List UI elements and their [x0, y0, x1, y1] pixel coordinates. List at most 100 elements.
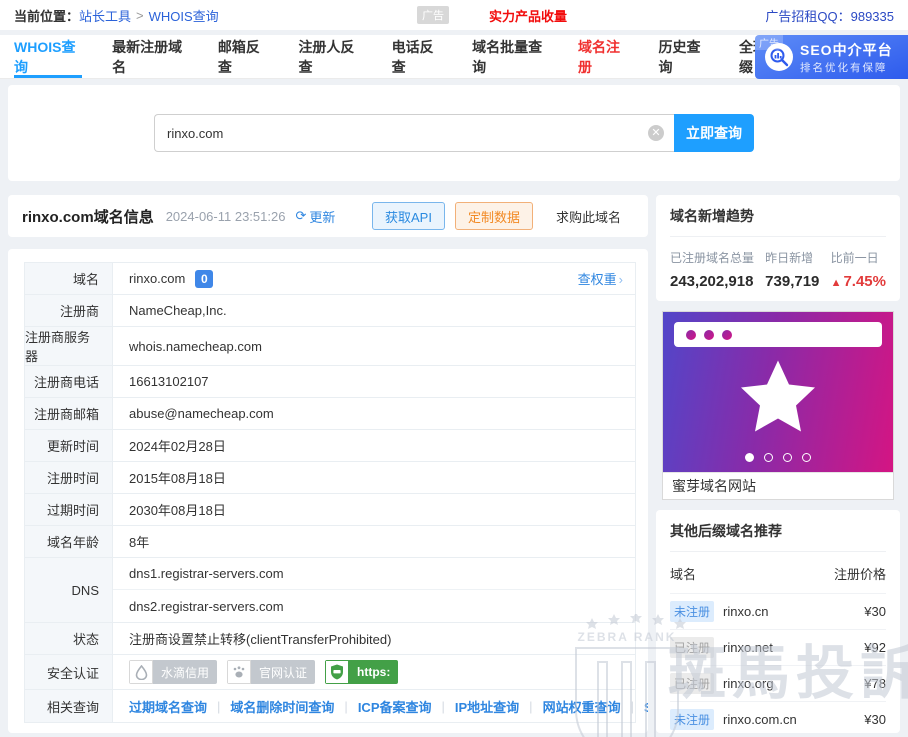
- row-label: 域名年龄: [25, 526, 113, 557]
- link-expired-domains[interactable]: 过期域名查询: [129, 697, 207, 716]
- link-site-weight[interactable]: 网站权重查询: [543, 697, 621, 716]
- row-value: whois.namecheap.com: [129, 338, 262, 354]
- domain-name-text: rinxo.com: [22, 208, 94, 226]
- row-value: 水滴信用 官网认证 https:: [113, 655, 635, 689]
- weight-badge[interactable]: 0: [195, 269, 214, 288]
- status-badge: 已注册: [670, 673, 715, 694]
- table-row-registrar-phone: 注册商电话 16613102107: [25, 366, 635, 398]
- carousel-dot[interactable]: [802, 453, 811, 462]
- search-box: ✕: [154, 114, 674, 152]
- carousel-dot-active[interactable]: [745, 453, 754, 462]
- clear-input-icon[interactable]: ✕: [648, 125, 664, 141]
- domain-search-input[interactable]: [154, 114, 674, 152]
- link-separator: |: [441, 698, 445, 714]
- tab-batch-query[interactable]: 域名批量查询: [472, 35, 548, 78]
- suffix-price: ¥78: [864, 676, 886, 691]
- row-value: 16613102107: [129, 374, 209, 389]
- query-now-button[interactable]: 立即查询: [674, 114, 754, 152]
- tab-whois-query[interactable]: WHOIS查询: [14, 35, 83, 78]
- header-buttons: 获取API 定制数据 求购此域名: [372, 202, 634, 230]
- row-label: 更新时间: [25, 430, 113, 461]
- banner-title: SEO中介平台: [800, 41, 893, 58]
- status-badge: 已注册: [670, 637, 715, 658]
- custom-data-button[interactable]: 定制数据: [454, 202, 533, 230]
- promo-image: [663, 312, 893, 472]
- ssl-shield-icon: [325, 660, 350, 684]
- check-weight-link[interactable]: 查权重 ›: [578, 269, 623, 288]
- tab-domain-register[interactable]: 域名注册: [578, 35, 629, 78]
- row-label: 注册商: [25, 295, 113, 326]
- promo-carousel[interactable]: 蜜芽域名网站: [662, 311, 894, 500]
- suffix-price: ¥30: [864, 712, 886, 727]
- stat-value: ▲ 7.45%: [831, 273, 886, 290]
- table-row-created-date: 注册时间 2015年08月18日: [25, 462, 635, 494]
- row-value: 2024年02月28日: [129, 439, 226, 454]
- left-column: rinxo.com域名信息 2024-06-11 23:51:26 ⟳ 更新 获取…: [8, 195, 648, 733]
- trend-card: 域名新增趋势 已注册域名总量 243,202,918 昨日新增 739,719 …: [656, 195, 900, 301]
- trend-stats: 已注册域名总量 243,202,918 昨日新增 739,719 比前一日 ▲ 7…: [670, 237, 886, 290]
- suffix-domain-link[interactable]: rinxo.org: [723, 676, 774, 691]
- refresh-link[interactable]: ⟳ 更新: [295, 207, 335, 226]
- row-label: 域名: [25, 263, 113, 294]
- row-value: 2030年08月18日: [129, 503, 226, 518]
- content: rinxo.com域名信息 2024-06-11 23:51:26 ⟳ 更新 获取…: [0, 181, 908, 737]
- breadcrumb-current-link[interactable]: WHOIS查询: [149, 6, 219, 25]
- get-api-button[interactable]: 获取API: [372, 202, 445, 230]
- official-site-badge[interactable]: 官网认证: [227, 660, 316, 684]
- query-timestamp: 2024-06-11 23:51:26: [165, 208, 286, 224]
- link-separator: |: [529, 698, 533, 714]
- suffix-table-header: 域名 注册价格: [670, 552, 886, 593]
- link-seo-overview[interactable]: SEO综合查询: [644, 697, 648, 716]
- whois-page: 当前位置： 站长工具 > WHOIS查询 广告 实力产品收量 广告招租QQ：98…: [0, 0, 908, 737]
- carousel-dot[interactable]: [783, 453, 792, 462]
- carousel-dot[interactable]: [764, 453, 773, 462]
- row-value: 注册商设置禁止转移(clientTransferProhibited): [129, 632, 392, 647]
- table-row-registrar-email: 注册商邮箱 abuse@namecheap.com: [25, 398, 635, 430]
- suffix-row-cn: 未注册 rinxo.cn ¥30: [670, 593, 886, 629]
- tab-phone-reverse[interactable]: 电话反查: [392, 35, 443, 78]
- row-value: 过期域名查询 | 域名删除时间查询 | ICP备案查询 | IP地址查询 | 网站权重查…: [113, 690, 648, 722]
- suffix-domain-link[interactable]: rinxo.cn: [723, 604, 769, 619]
- row-value: NameCheap,Inc.: [129, 303, 227, 318]
- trend-title: 域名新增趋势: [670, 206, 886, 237]
- tab-newly-registered[interactable]: 最新注册域名: [112, 35, 188, 78]
- link-ip-lookup[interactable]: IP地址查询: [455, 697, 519, 716]
- row-value: 8年: [129, 535, 150, 550]
- promo-ad-link[interactable]: 实力产品收量: [489, 6, 567, 25]
- suffix-domain-link[interactable]: rinxo.com.cn: [723, 712, 797, 727]
- suffix-title: 其他后缀域名推荐: [670, 521, 886, 552]
- breadcrumb-home-link[interactable]: 站长工具: [79, 6, 131, 25]
- https-label: https:: [349, 660, 399, 684]
- table-row-dns: DNS dns1.registrar-servers.com dns2.regi…: [25, 558, 635, 623]
- browser-dot-icon: [722, 329, 732, 340]
- col-price-header: 注册价格: [833, 567, 886, 582]
- link-icp-record[interactable]: ICP备案查询: [358, 697, 432, 716]
- stat-value: 739,719: [765, 273, 820, 290]
- breadcrumb-separator: >: [136, 7, 144, 23]
- refresh-label: 更新: [309, 209, 336, 225]
- tab-email-reverse[interactable]: 邮箱反查: [218, 35, 269, 78]
- table-row-expiry-date: 过期时间 2030年08月18日: [25, 494, 635, 526]
- https-badge[interactable]: https:: [325, 660, 399, 684]
- link-separator: |: [217, 698, 221, 714]
- suffix-row-net: 已注册 rinxo.net ¥92: [670, 629, 886, 665]
- buy-domain-button[interactable]: 求购此域名: [542, 202, 634, 230]
- banner-text: SEO中介平台 排名优化有保障: [800, 40, 893, 75]
- suffix-domain-link[interactable]: rinxo.net: [723, 640, 773, 655]
- tab-registrant-reverse[interactable]: 注册人反查: [298, 35, 361, 78]
- suffix-row-com-cn: 未注册 rinxo.com.cn ¥30: [670, 701, 886, 733]
- water-credit-label: 水滴信用: [153, 660, 218, 684]
- row-label: 状态: [25, 623, 113, 654]
- row-label: 注册时间: [25, 462, 113, 493]
- table-row-registrar: 注册商 NameCheap,Inc.: [25, 295, 635, 327]
- water-credit-badge[interactable]: 水滴信用: [129, 660, 218, 684]
- suffix-recommend-card: 其他后缀域名推荐 域名 注册价格 未注册 rinxo.cn ¥30 已注册 ri…: [656, 510, 900, 733]
- right-sidebar: 域名新增趋势 已注册域名总量 243,202,918 昨日新增 739,719 …: [656, 195, 900, 733]
- row-value: rinxo.com 0 查权重 ›: [113, 263, 635, 294]
- search-group: ✕ 立即查询: [154, 114, 754, 152]
- link-deletion-time[interactable]: 域名删除时间查询: [230, 697, 334, 716]
- main-nav: WHOIS查询 最新注册域名 邮箱反查 注册人反查 电话反查 域名批量查询 域名…: [0, 35, 908, 79]
- tab-history-query[interactable]: 历史查询: [658, 35, 709, 78]
- seo-ad-banner[interactable]: 广告 SEO中介平台 排名优化有保障: [755, 35, 908, 79]
- table-row-related: 相关查询 过期域名查询 | 域名删除时间查询 | ICP备案查询 | IP地址查询 | …: [25, 690, 648, 722]
